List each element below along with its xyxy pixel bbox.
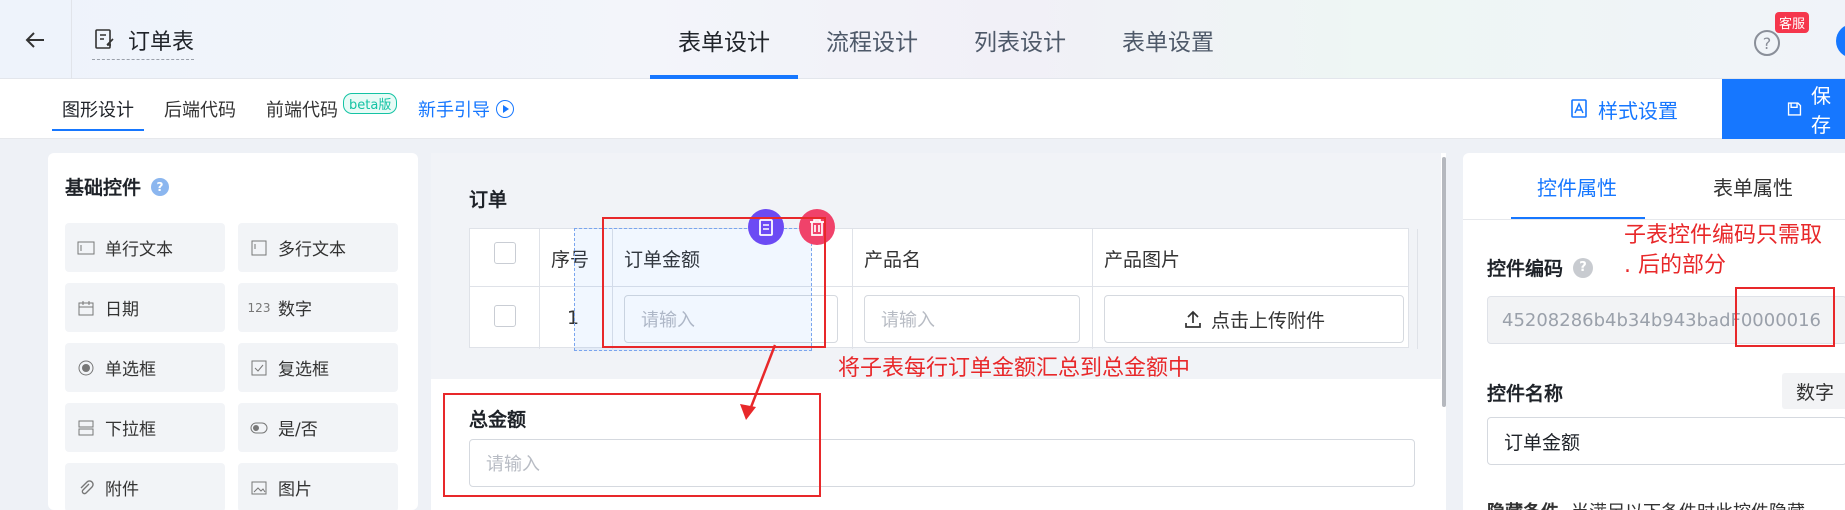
annotation-arrow — [740, 344, 777, 420]
annotation-code-note: 子表控件编码只需取 . 后的部分 — [1624, 223, 1823, 278]
annotation-sum-note: 将子表每行订单金额汇总到总金额中 — [838, 356, 1191, 381]
